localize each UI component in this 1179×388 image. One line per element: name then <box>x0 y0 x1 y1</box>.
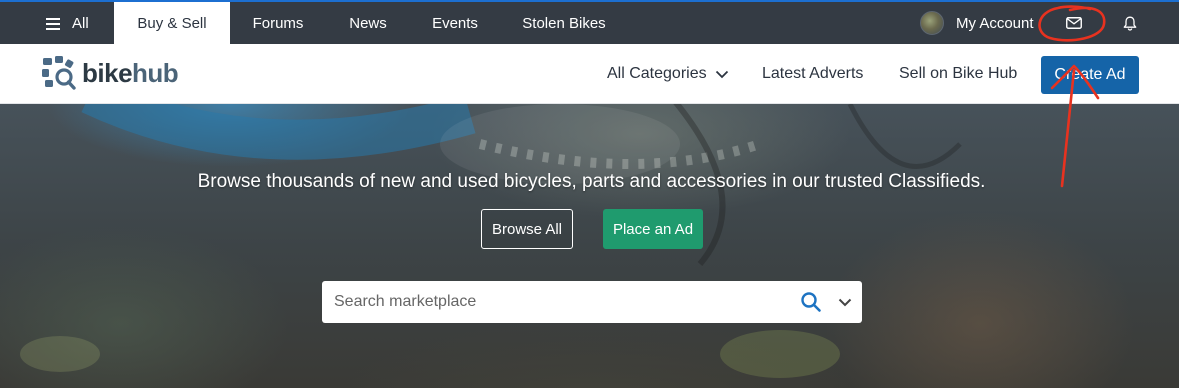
place-an-ad-button[interactable]: Place an Ad <box>603 209 703 249</box>
my-account-label: My Account <box>956 14 1034 32</box>
search-options-chevron-icon[interactable] <box>836 293 854 311</box>
logo-text-part1: bike <box>82 57 133 88</box>
tab-stolen-bikes[interactable]: Stolen Bikes <box>508 2 620 44</box>
bell-icon <box>1123 16 1137 31</box>
browse-all-button[interactable]: Browse All <box>481 209 573 249</box>
hero-tagline: Browse thousands of new and used bicycle… <box>197 171 986 192</box>
nav-all-categories-label: All Categories <box>607 65 707 82</box>
tab-all-label: All <box>72 14 89 32</box>
tab-news[interactable]: News <box>336 2 400 44</box>
marketplace-search-bar <box>322 281 862 323</box>
tab-events-label: Events <box>432 14 478 32</box>
tab-news-label: News <box>349 14 387 32</box>
nav-sell-on-bike-hub[interactable]: Sell on Bike Hub <box>899 44 1017 104</box>
bikehub-logo-text: bikehub <box>82 57 179 89</box>
mail-icon <box>1066 17 1082 29</box>
browse-all-label: Browse All <box>491 220 563 238</box>
create-ad-button[interactable]: Create Ad <box>1041 56 1139 94</box>
search-input[interactable] <box>322 281 792 323</box>
bikehub-logo-icon <box>42 56 76 90</box>
nav-latest-adverts[interactable]: Latest Adverts <box>762 44 863 104</box>
chevron-down-icon <box>715 70 728 78</box>
tab-events[interactable]: Events <box>418 2 492 44</box>
tab-stolen-bikes-label: Stolen Bikes <box>522 14 606 32</box>
nav-latest-adverts-label: Latest Adverts <box>762 65 864 82</box>
tab-buy-and-sell[interactable]: Buy & Sell <box>114 2 230 44</box>
tab-buy-and-sell-label: Buy & Sell <box>137 14 207 32</box>
nav-sell-on-bike-hub-label: Sell on Bike Hub <box>899 65 1018 82</box>
hero-banner: Browse thousands of new and used bicycle… <box>0 104 1179 388</box>
tab-forums-label: Forums <box>252 14 304 32</box>
nav-all-categories[interactable]: All Categories <box>607 44 729 104</box>
avatar <box>920 11 944 35</box>
my-account-menu[interactable]: My Account <box>920 2 1034 44</box>
create-ad-label: Create Ad <box>1054 66 1126 83</box>
tab-all[interactable]: All <box>32 2 106 44</box>
hero-background-image <box>20 104 962 378</box>
main-navbar: bikehub All Categories Latest Adverts Se… <box>0 44 1179 104</box>
place-an-ad-label: Place an Ad <box>612 220 694 238</box>
hamburger-menu-icon <box>46 17 60 30</box>
top-bar: All Buy & Sell Forums News Events Stolen… <box>0 0 1179 44</box>
notifications-button[interactable] <box>1110 2 1150 44</box>
logo-text-part2: hub <box>132 57 179 88</box>
search-icon[interactable] <box>800 291 822 313</box>
bikehub-logo[interactable]: bikehub <box>42 56 179 90</box>
messages-button[interactable] <box>1054 2 1094 44</box>
tab-forums[interactable]: Forums <box>238 2 318 44</box>
